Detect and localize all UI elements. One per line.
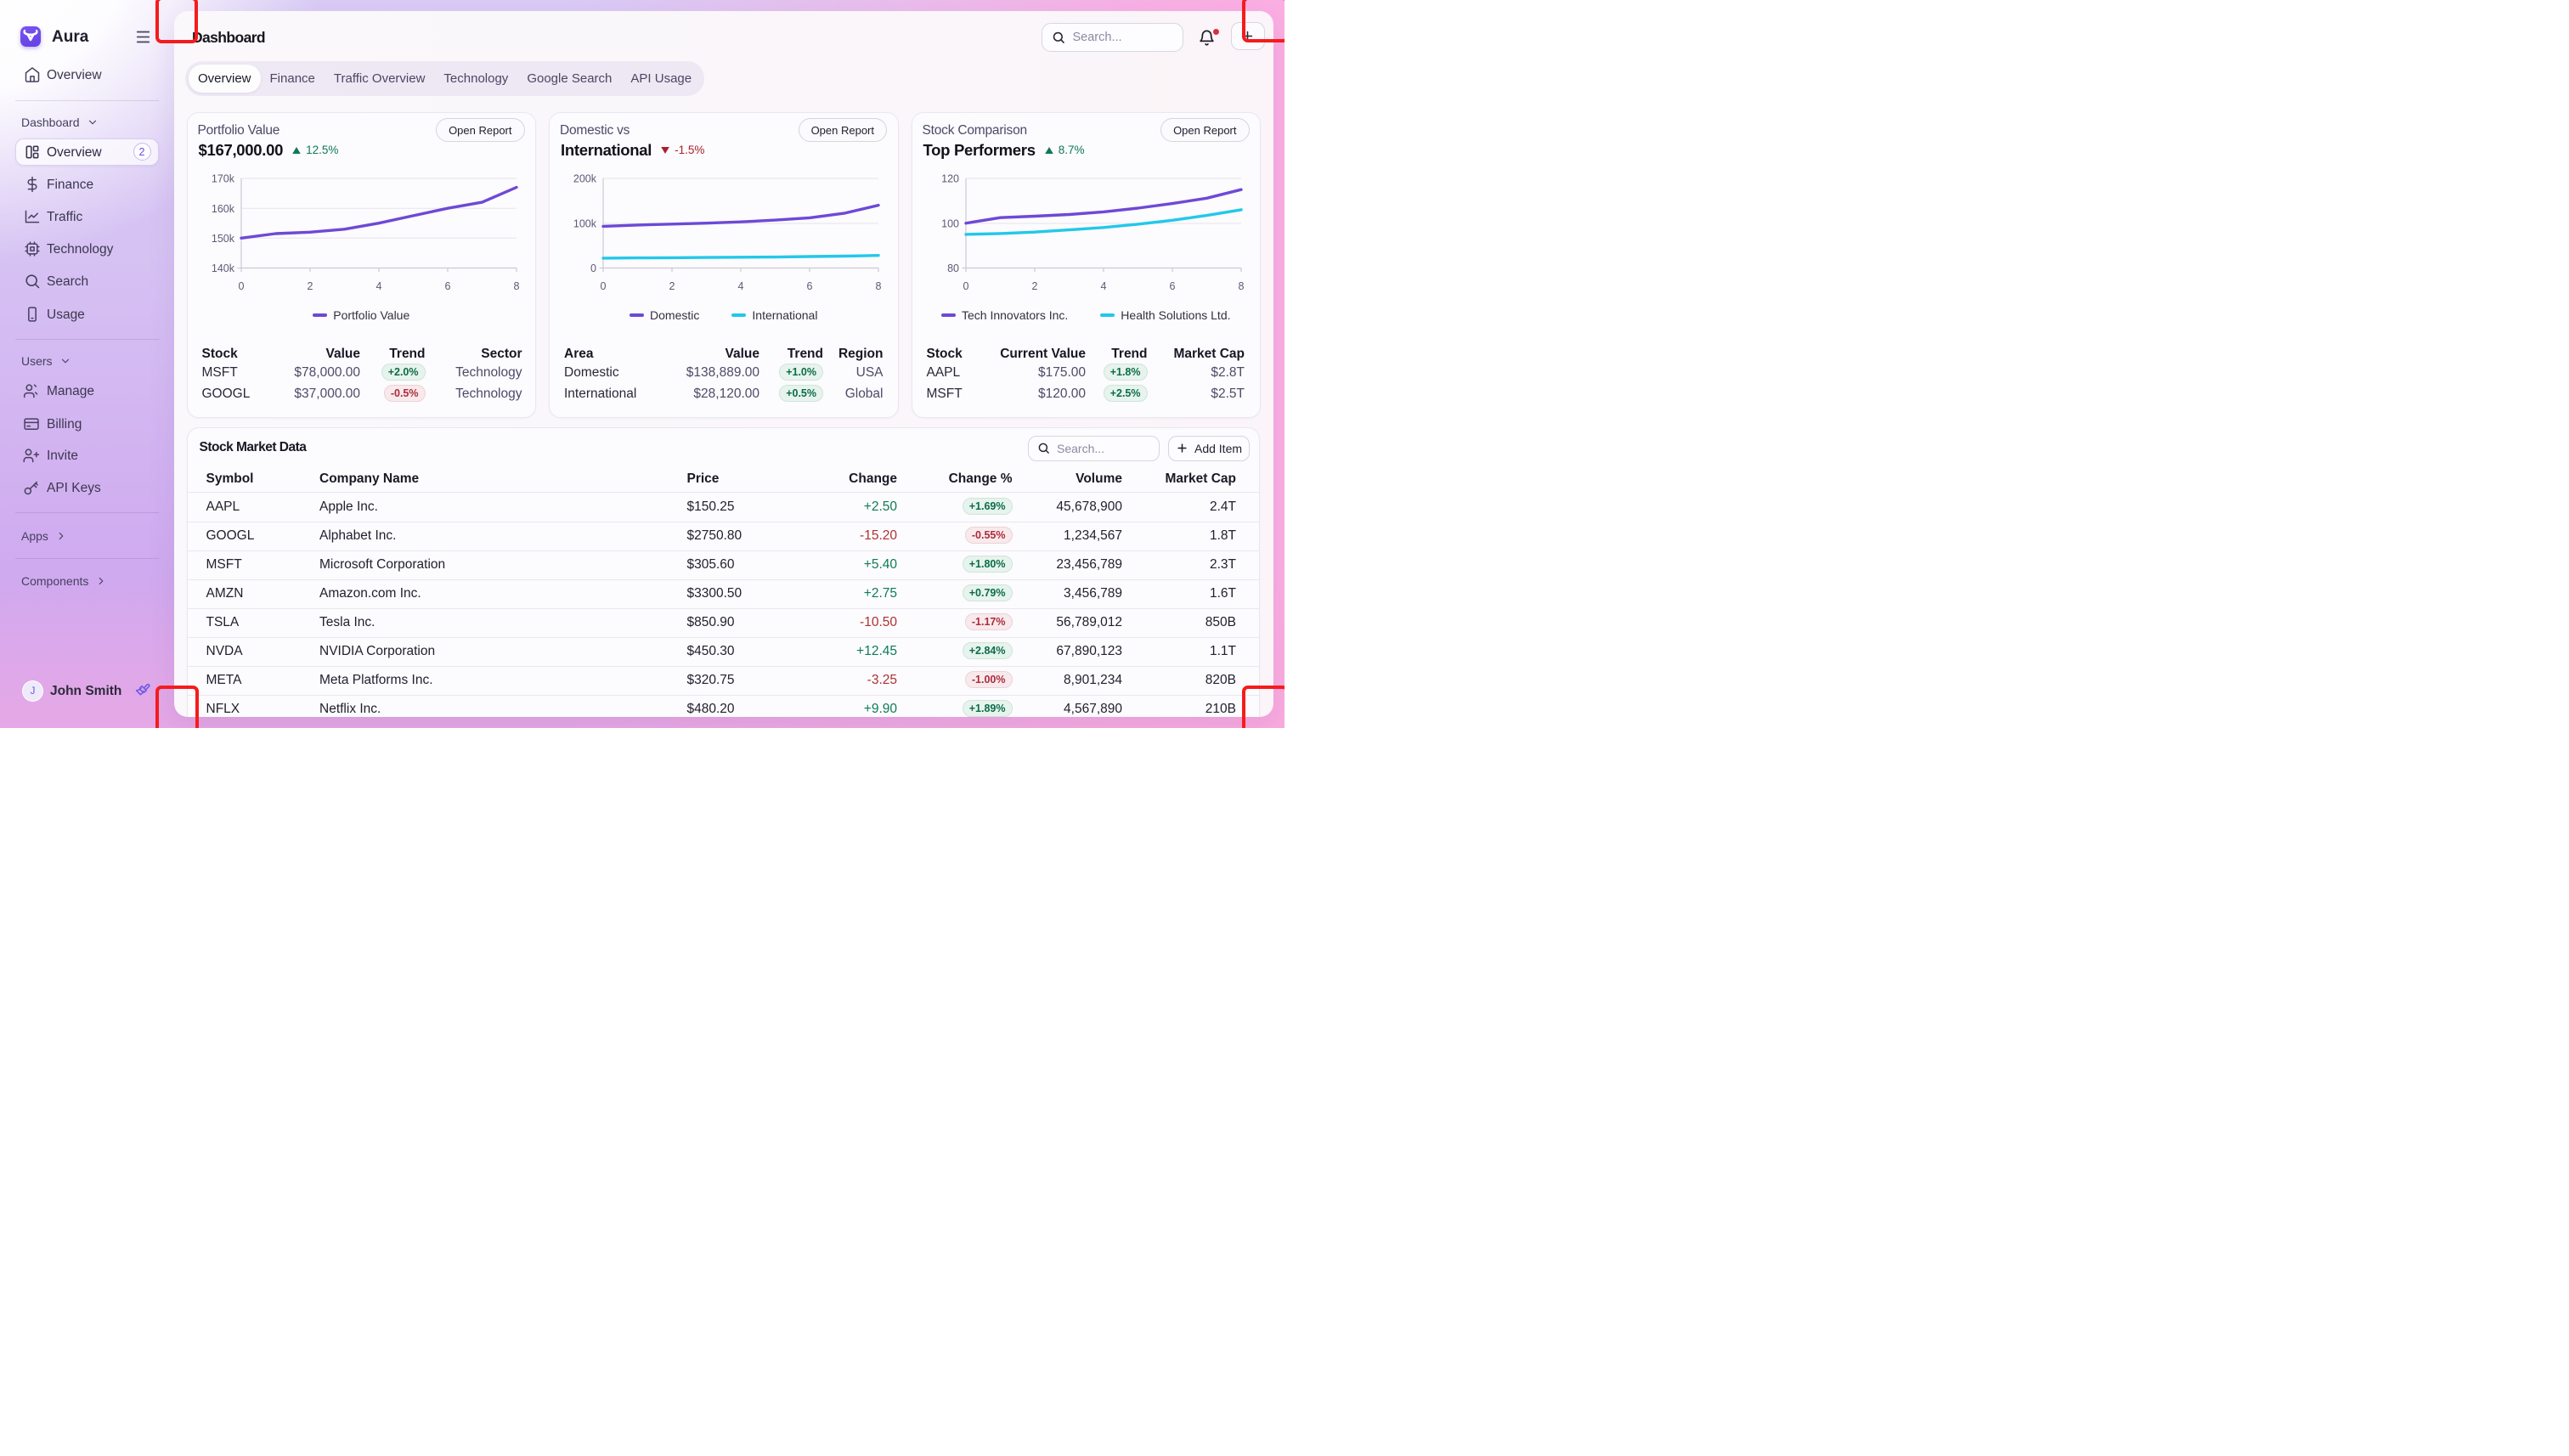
svg-text:160k: 160k [211,203,234,215]
svg-text:8: 8 [513,280,519,292]
svg-text:6: 6 [1169,280,1175,292]
svg-text:6: 6 [444,280,450,292]
svg-text:80: 80 [947,262,959,274]
svg-text:0: 0 [601,280,607,292]
svg-text:4: 4 [738,280,744,292]
svg-text:0: 0 [238,280,244,292]
svg-text:120: 120 [941,173,959,185]
svg-text:150k: 150k [211,233,234,245]
svg-text:6: 6 [807,280,813,292]
svg-text:2: 2 [307,280,313,292]
svg-text:8: 8 [876,280,882,292]
svg-text:4: 4 [1100,280,1106,292]
svg-text:2: 2 [1031,280,1037,292]
svg-text:100k: 100k [573,218,597,230]
svg-text:2: 2 [669,280,675,292]
svg-text:170k: 170k [211,173,234,185]
svg-text:0: 0 [590,262,596,274]
svg-text:4: 4 [375,280,381,292]
svg-text:140k: 140k [211,262,234,274]
svg-text:100: 100 [941,218,959,230]
svg-text:0: 0 [963,280,968,292]
svg-text:200k: 200k [573,173,597,185]
svg-text:8: 8 [1238,280,1244,292]
